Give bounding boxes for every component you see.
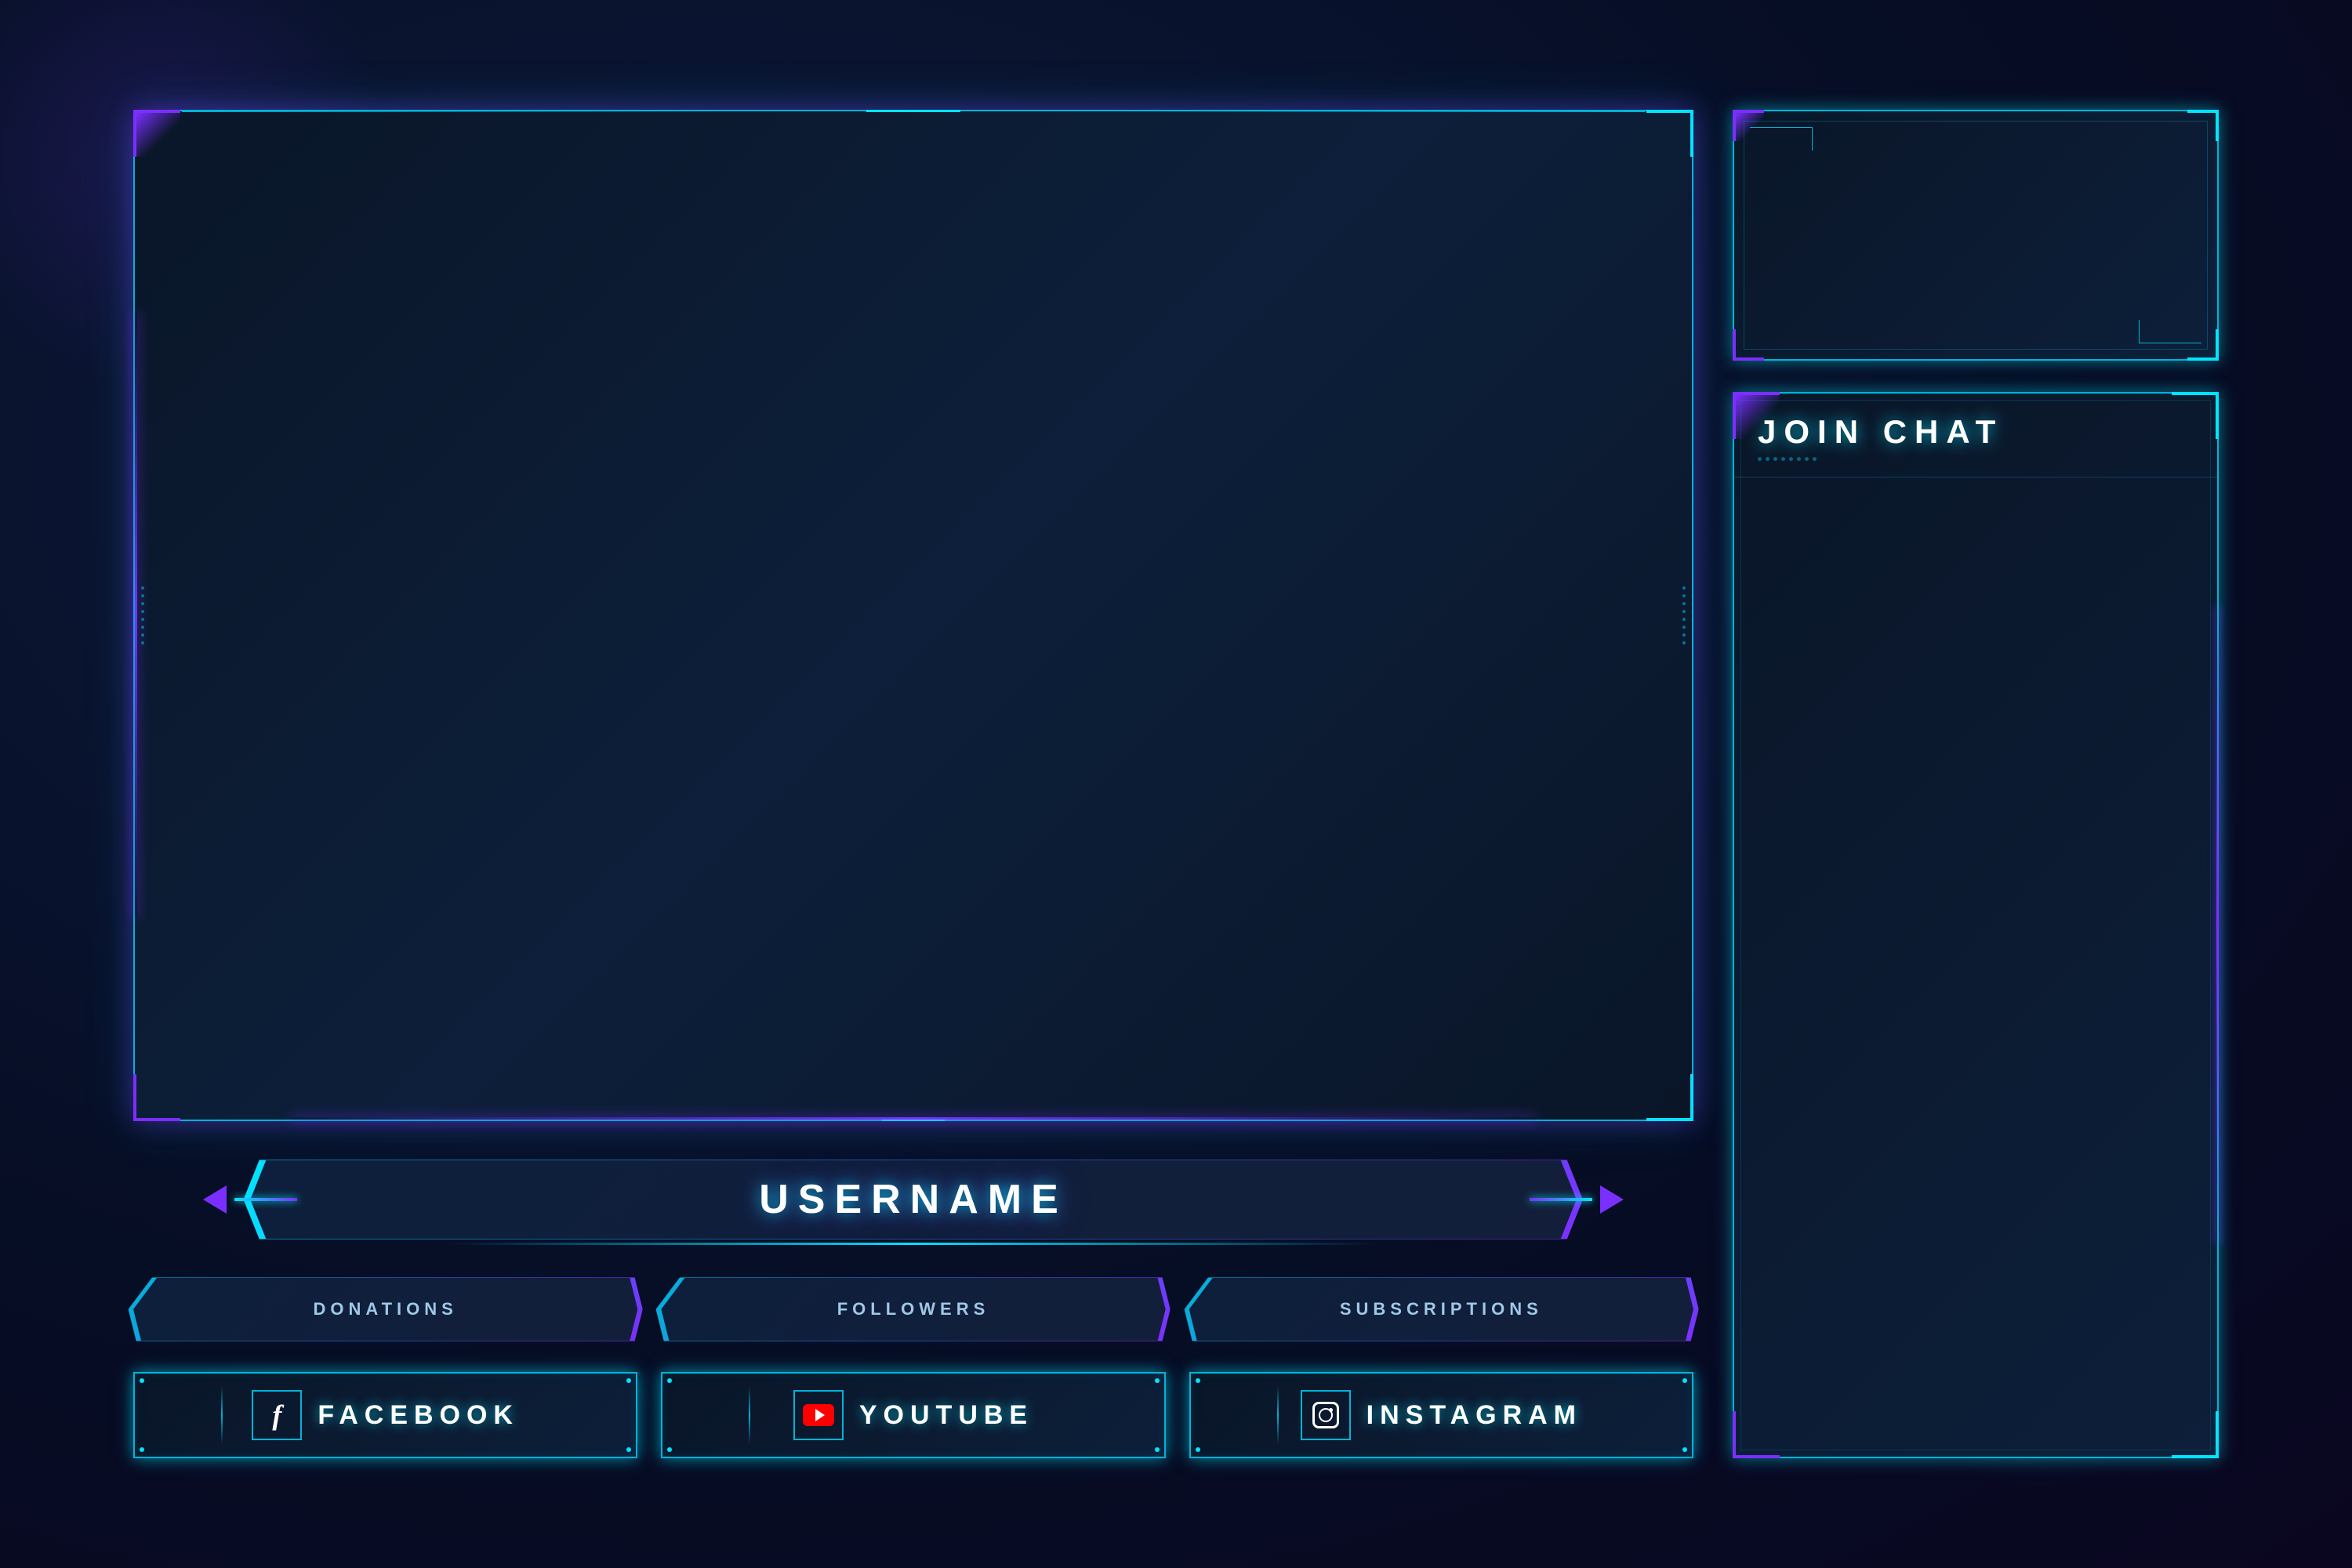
top-notch xyxy=(866,110,960,112)
youtube-divider xyxy=(749,1386,750,1444)
youtube-label: YOUTUBE xyxy=(859,1400,1033,1431)
chat-title: JOIN CHAT xyxy=(1758,413,2194,451)
side-dots-right xyxy=(1682,586,1686,644)
facebook-divider xyxy=(221,1386,223,1444)
main-screen-frame xyxy=(133,110,1693,1121)
username-bottom-line xyxy=(449,1243,1377,1245)
right-column: JOIN CHAT xyxy=(1733,110,2219,1458)
dot-tr xyxy=(1155,1378,1160,1383)
username-section: USERNAME xyxy=(133,1152,1693,1247)
top-line-right xyxy=(1100,110,1645,112)
dot-bl xyxy=(1196,1447,1200,1452)
social-row: f FACEBOOK YOUTUBE xyxy=(133,1372,1693,1458)
screen-outer xyxy=(133,110,1693,1121)
dot-br xyxy=(626,1447,631,1452)
stat-donations: DONATIONS xyxy=(133,1278,637,1341)
facebook-label: FACEBOOK xyxy=(318,1400,519,1431)
screen-inner xyxy=(133,110,1693,1121)
main-layout: USERNAME DONATIONS FOLLOWERS xyxy=(133,110,2219,1458)
dot-tl xyxy=(667,1378,672,1383)
dot-tl xyxy=(140,1378,144,1383)
corner-bottom-left xyxy=(133,1074,180,1121)
instagram-button[interactable]: INSTAGRAM xyxy=(1189,1372,1693,1458)
username-accent-right xyxy=(1530,1198,1592,1201)
top-line-left xyxy=(182,110,727,112)
username-accent-left xyxy=(234,1198,297,1201)
stat-followers-label: FOLLOWERS xyxy=(837,1299,990,1319)
stat-donations-label: DONATIONS xyxy=(313,1299,457,1319)
corner-bottom-right xyxy=(1646,1074,1693,1121)
username-arrow-right xyxy=(1600,1185,1624,1214)
facebook-icon-box: f xyxy=(252,1390,302,1440)
left-column: USERNAME DONATIONS FOLLOWERS xyxy=(133,110,1693,1458)
instagram-icon-box xyxy=(1301,1390,1351,1440)
youtube-icon-box xyxy=(793,1390,844,1440)
webcam-frame xyxy=(1733,110,2219,361)
chat-header: JOIN CHAT xyxy=(1734,394,2217,477)
stat-followers: FOLLOWERS xyxy=(661,1278,1165,1341)
username-bar: USERNAME xyxy=(250,1160,1577,1239)
stat-subscriptions-label: SUBSCRIPTIONS xyxy=(1340,1299,1543,1319)
youtube-button[interactable]: YOUTUBE xyxy=(661,1372,1165,1458)
dot-br xyxy=(1682,1447,1687,1452)
youtube-icon xyxy=(803,1404,834,1426)
facebook-icon: f xyxy=(272,1399,281,1432)
dot-br xyxy=(1155,1447,1160,1452)
glow-bottom xyxy=(291,1117,1537,1120)
dot-bl xyxy=(667,1447,672,1452)
corner-top-left xyxy=(133,110,180,157)
webcam-inner-border xyxy=(1744,121,2208,350)
webcam-circuit-tl xyxy=(1750,127,1813,151)
dot-tr xyxy=(1682,1378,1687,1383)
facebook-button[interactable]: f FACEBOOK xyxy=(133,1372,637,1458)
corner-top-right xyxy=(1646,110,1693,157)
instagram-label: INSTAGRAM xyxy=(1367,1400,1582,1431)
instagram-icon xyxy=(1312,1402,1339,1428)
chat-header-dots xyxy=(1758,457,2194,461)
chat-body xyxy=(1734,477,2217,1457)
stats-row: DONATIONS FOLLOWERS SUBSCRIPTIONS xyxy=(133,1278,1693,1341)
instagram-divider xyxy=(1277,1386,1279,1444)
dot-tl xyxy=(1196,1378,1200,1383)
chat-panel: JOIN CHAT xyxy=(1733,392,2219,1458)
username-text: USERNAME xyxy=(759,1176,1068,1223)
webcam-circuit-br xyxy=(2139,320,2201,343)
side-dots-left xyxy=(141,586,144,644)
dot-tr xyxy=(626,1378,631,1383)
username-arrow-left xyxy=(203,1185,227,1214)
dot-bl xyxy=(140,1447,144,1452)
stat-subscriptions: SUBSCRIPTIONS xyxy=(1189,1278,1693,1341)
glow-left xyxy=(135,313,137,918)
